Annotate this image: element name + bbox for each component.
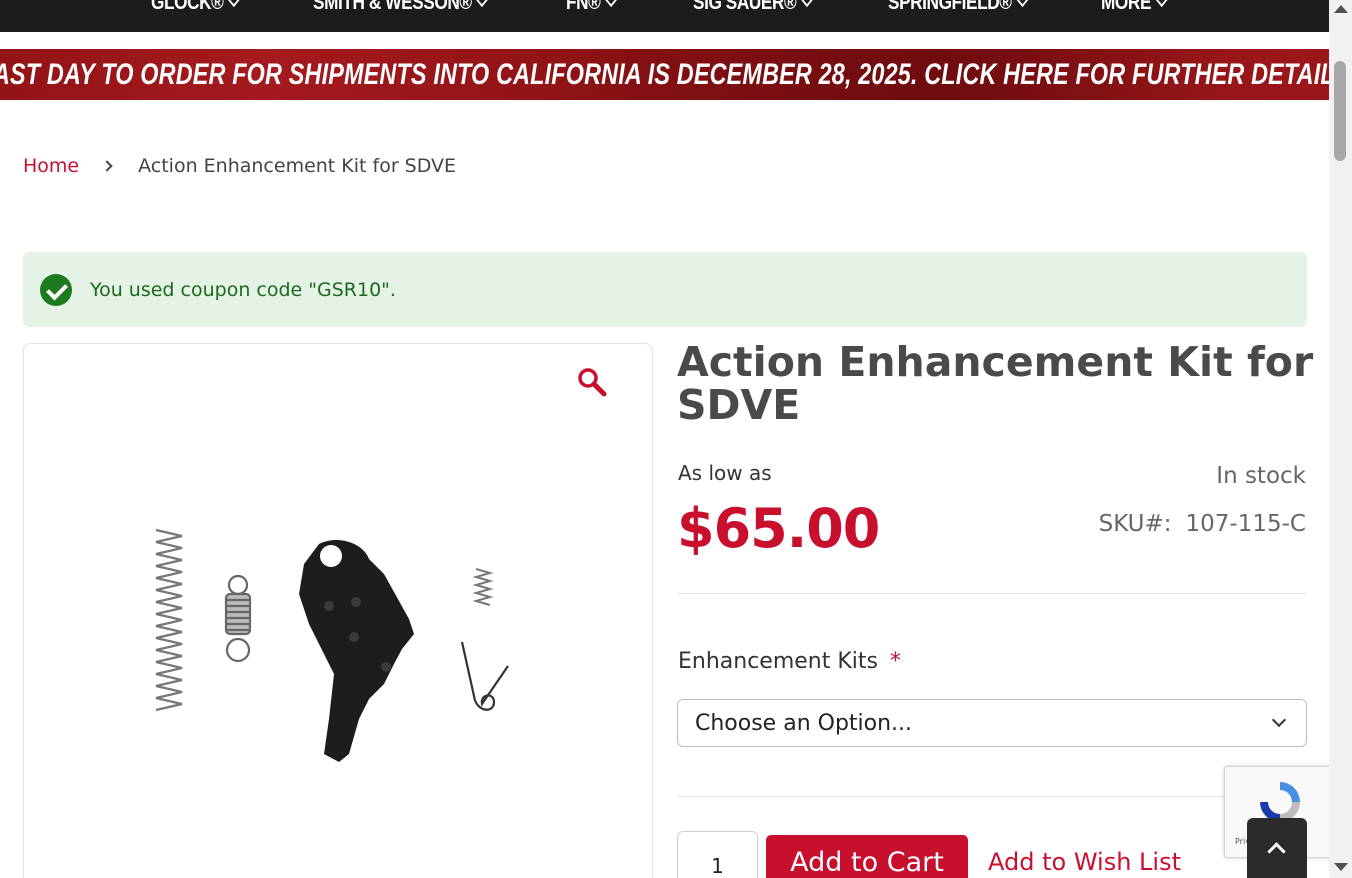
scrollbar[interactable] <box>1329 0 1352 878</box>
nav-item-label: SPRINGFIELD® <box>888 0 1012 14</box>
divider <box>677 796 1307 797</box>
price-prefix: As low as <box>678 461 772 485</box>
back-to-top-button[interactable] <box>1247 818 1307 878</box>
add-to-wishlist-link[interactable]: Add to Wish List <box>988 848 1181 876</box>
nav-item-smith-wesson[interactable]: SMITH & WESSON® <box>313 0 489 18</box>
product-title: Action Enhancement Kit for SDVE <box>677 338 1314 429</box>
chevron-down-icon <box>801 0 813 8</box>
quantity-input[interactable]: 1 <box>677 831 758 878</box>
torsion-spring-image <box>460 641 509 711</box>
breadcrumb-home-link[interactable]: Home <box>23 155 79 177</box>
nav-item-label: MORE <box>1101 0 1152 14</box>
chevron-right-icon <box>101 160 113 172</box>
success-message: You used coupon code "GSR10". <box>23 252 1307 327</box>
breadcrumb-current: Action Enhancement Kit for SDVE <box>138 155 457 177</box>
scroll-down-arrow-icon[interactable] <box>1334 863 1348 871</box>
option-label-text: Enhancement Kits <box>678 649 878 674</box>
long-spring-image <box>155 528 183 712</box>
top-navigation: GLOCK® SMITH & WESSON® FN® SIG SAUER® SP… <box>0 0 1329 32</box>
chevron-down-icon <box>605 0 617 8</box>
nav-item-sig-sauer[interactable]: SIG SAUER® <box>693 0 813 18</box>
option-label: Enhancement Kits * <box>678 649 901 674</box>
product-image <box>155 528 509 762</box>
product-sku: SKU#: 107-115-C <box>1099 511 1306 537</box>
sku-value: 107-115-C <box>1185 511 1306 537</box>
nav-item-fn[interactable]: FN® <box>566 0 617 18</box>
trigger-image <box>299 539 414 762</box>
check-circle-icon <box>40 273 72 306</box>
nav-item-more[interactable]: MORE <box>1101 0 1168 18</box>
chevron-down-icon <box>228 0 240 8</box>
sku-label: SKU#: <box>1098 511 1172 537</box>
success-message-text: You used coupon code "GSR10". <box>90 278 396 301</box>
stock-status: In stock <box>1216 463 1306 489</box>
scroll-up-arrow-icon[interactable] <box>1334 5 1348 13</box>
nav-item-springfield[interactable]: SPRINGFIELD® <box>888 0 1028 18</box>
nav-item-label: GLOCK® <box>151 0 224 14</box>
required-marker: * <box>890 649 901 674</box>
promo-banner[interactable]: LAST DAY TO ORDER FOR SHIPMENTS INTO CAL… <box>0 49 1329 100</box>
nav-item-label: FN® <box>566 0 601 14</box>
divider <box>677 593 1307 594</box>
enhancement-kits-select[interactable]: Choose an Option... <box>677 699 1307 747</box>
promo-banner-text: LAST DAY TO ORDER FOR SHIPMENTS INTO CAL… <box>0 57 1329 91</box>
product-price: $65.00 <box>677 497 880 560</box>
chevron-down-icon <box>1016 0 1028 8</box>
nav-item-label: SMITH & WESSON® <box>313 0 472 14</box>
chevron-down-icon <box>476 0 489 8</box>
select-value: Choose an Option... <box>695 710 913 736</box>
tension-spring-image <box>224 574 252 663</box>
chevron-down-icon <box>1271 712 1287 728</box>
small-spring-image <box>472 568 494 606</box>
add-to-cart-button[interactable]: Add to Cart <box>766 835 968 878</box>
nav-item-glock[interactable]: GLOCK® <box>151 0 240 18</box>
product-gallery[interactable] <box>23 343 653 878</box>
nav-item-label: SIG SAUER® <box>693 0 797 14</box>
chevron-down-icon <box>1155 0 1168 8</box>
breadcrumb: Home Action Enhancement Kit for SDVE <box>23 155 456 177</box>
scrollbar-thumb[interactable] <box>1334 61 1346 161</box>
